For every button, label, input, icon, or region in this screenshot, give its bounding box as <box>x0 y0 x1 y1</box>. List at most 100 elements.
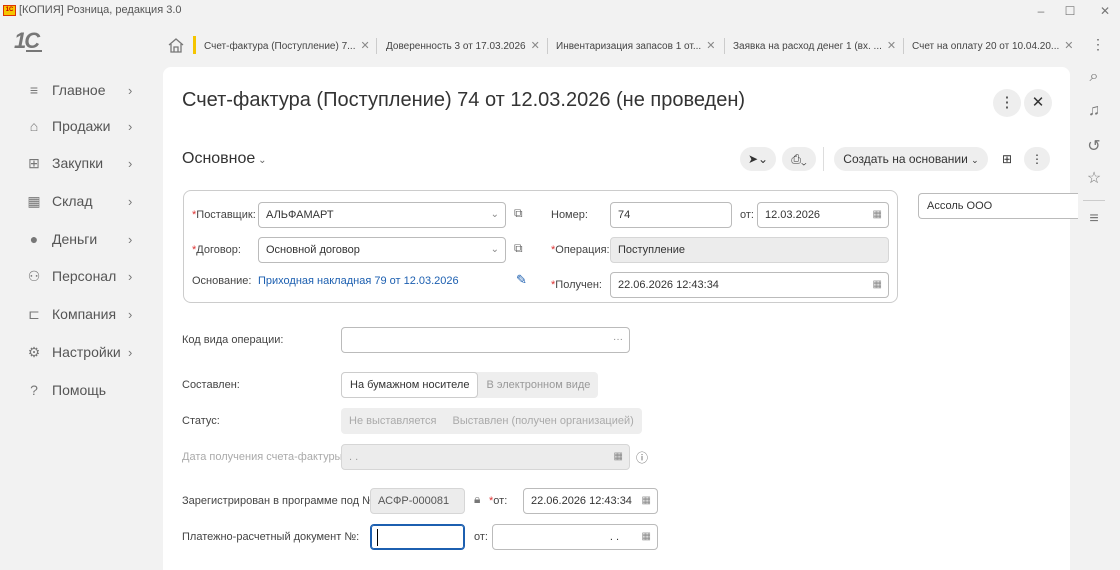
close-icon[interactable]: ✕ <box>887 40 896 52</box>
more-icon[interactable]: ··· <box>613 328 623 352</box>
chevron-right-icon: › <box>128 268 133 284</box>
sidebar-item-label: Компания <box>52 306 117 322</box>
sidebar-item-label: Персонал <box>52 268 117 284</box>
lock-icon[interactable]: 🔒︎ <box>474 492 480 507</box>
supplier-label: *Поставщик: <box>192 209 256 221</box>
payment-doc-field[interactable] <box>370 524 465 550</box>
help-icon: ? <box>30 382 38 398</box>
compiled-label: Составлен: <box>182 379 240 391</box>
option-issued[interactable]: Выставлен (получен организацией) <box>445 408 642 434</box>
receipt-date-label: Дата получения счета-фактуры: <box>182 451 346 463</box>
payment-from-label: от: <box>474 531 488 543</box>
close-icon[interactable]: ✕ <box>531 40 540 52</box>
create-based-on-button[interactable]: Создать на основании ⌄ <box>834 147 988 171</box>
sidebar-item-sales[interactable]: ⌂ Продажи › <box>22 112 152 140</box>
sidebar-item-main[interactable]: ≡ Главное › <box>22 76 152 104</box>
registered-date-field[interactable]: 22.06.2026 12:43:34 ▦ <box>523 488 658 514</box>
search-icon[interactable]: ⌕ <box>1082 68 1106 86</box>
sidebar-item-label: Настройки <box>52 344 121 360</box>
calendar-icon[interactable]: ▦ <box>642 489 651 513</box>
option-not-issued[interactable]: Не выставляется <box>341 408 445 434</box>
print-button[interactable]: ⎙⌄ <box>782 147 816 171</box>
compiled-toggle[interactable]: На бумажном носителе В электронном виде <box>341 372 599 398</box>
chevron-right-icon: › <box>128 306 133 322</box>
minimize-button[interactable]: – <box>1028 2 1054 20</box>
menu-icon: ≡ <box>29 82 39 98</box>
tabs-more-icon[interactable]: ⋮ <box>1088 36 1108 53</box>
status-toggle[interactable]: Не выставляется Выставлен (получен орган… <box>341 408 642 434</box>
info-icon[interactable]: ⓘ <box>636 449 648 466</box>
sidebar-item-company[interactable]: ⊏ Компания › <box>22 300 152 328</box>
date-field[interactable]: 12.03.2026 ▦ <box>757 202 889 228</box>
toolbar-divider <box>823 147 824 171</box>
close-icon[interactable]: ✕ <box>706 40 715 52</box>
registered-number-field: АСФР-000081 <box>370 488 465 514</box>
structure-icon[interactable]: ⊞ <box>994 147 1020 171</box>
open-supplier-icon[interactable]: ⧉ <box>514 206 523 221</box>
date-from-label: от: <box>740 209 754 221</box>
pencil-icon[interactable]: ✎ <box>516 272 527 288</box>
section-selector[interactable]: Основное ⌄ <box>182 150 266 168</box>
tab-divider <box>547 38 548 54</box>
purchases-icon: ⊞ <box>28 154 40 171</box>
number-label: Номер: <box>551 209 588 221</box>
close-window-button[interactable]: ✕ <box>1092 2 1118 20</box>
number-field[interactable]: 74 <box>610 202 732 228</box>
tab-label: Счет на оплату 20 от 10.04.20... <box>912 41 1060 52</box>
open-contract-icon[interactable]: ⧉ <box>514 241 523 256</box>
star-icon[interactable]: ☆ <box>1082 168 1106 188</box>
option-electronic[interactable]: В электронном виде <box>478 372 598 398</box>
tab-payment-invoice[interactable]: Счет на оплату 20 от 10.04.20... ✕ <box>912 36 1073 56</box>
tab-inventory[interactable]: Инвентаризация запасов 1 от... ✕ <box>556 36 715 56</box>
option-paper[interactable]: На бумажном носителе <box>341 372 479 398</box>
tab-expense-request[interactable]: Заявка на расход денег 1 (вх. ... ✕ <box>733 36 896 56</box>
payment-date-field[interactable]: . . ▦ <box>492 524 658 550</box>
tab-power-of-attorney[interactable]: Доверенность 3 от 17.03.2026 ✕ <box>386 36 540 56</box>
sidebar-item-purchases[interactable]: ⊞ Закупки › <box>22 149 152 177</box>
registered-from-label: *от: <box>489 495 508 507</box>
calendar-icon[interactable]: ▦ <box>873 203 882 227</box>
contract-field[interactable]: Основной договор ⌄ <box>258 237 506 263</box>
organization-field[interactable]: Ассоль ООО <box>918 193 1078 219</box>
chevron-right-icon: › <box>128 193 133 209</box>
sidebar-item-money[interactable]: ● Деньги › <box>22 225 152 253</box>
calendar-icon[interactable]: ▦ <box>642 525 651 549</box>
chevron-right-icon: › <box>128 155 133 171</box>
toolbar-more-button[interactable]: ⋮ <box>1024 147 1050 171</box>
sidebar-item-warehouse[interactable]: ▦ Склад › <box>22 187 152 215</box>
filter-icon[interactable]: ≡ <box>1082 210 1106 228</box>
sidebar-item-help[interactable]: ? Помощь <box>22 376 152 404</box>
tab-divider <box>376 38 377 54</box>
sidebar-item-label: Деньги <box>52 231 98 247</box>
sidebar-item-label: Склад <box>52 193 93 209</box>
send-button[interactable]: ➤⌄ <box>740 147 776 171</box>
calendar-icon[interactable]: ▦ <box>873 273 882 297</box>
tab-divider <box>903 38 904 54</box>
chevron-right-icon: › <box>128 231 133 247</box>
more-actions-button[interactable]: ⋮ <box>993 89 1021 117</box>
history-icon[interactable]: ↺ <box>1082 136 1106 156</box>
status-label: Статус: <box>182 415 220 427</box>
bell-icon[interactable]: ♫ <box>1082 102 1106 120</box>
chevron-right-icon: › <box>128 344 133 360</box>
tab-invoice[interactable]: Счет-фактура (Поступление) 7... ✕ <box>204 36 370 56</box>
close-icon[interactable]: ✕ <box>1064 40 1073 52</box>
sidebar-item-settings[interactable]: ⚙ Настройки › <box>22 338 152 366</box>
money-icon: ● <box>29 231 39 247</box>
supplier-field[interactable]: АЛЬФАМАРТ ⌄ <box>258 202 506 228</box>
people-icon: ⚇ <box>27 267 41 284</box>
received-label: *Получен: <box>551 279 602 291</box>
received-field[interactable]: 22.06.2026 12:43:34 ▦ <box>610 272 889 298</box>
close-icon[interactable]: ✕ <box>360 40 369 52</box>
text-caret <box>377 529 378 546</box>
chevron-down-icon[interactable]: ⌄ <box>491 203 499 227</box>
basis-link[interactable]: Приходная накладная 79 от 12.03.2026 <box>258 275 459 287</box>
page-title: Счет-фактура (Поступление) 74 от 12.03.2… <box>182 89 746 111</box>
chevron-right-icon: › <box>128 82 133 98</box>
op-code-field[interactable]: ··· <box>341 327 630 353</box>
close-document-button[interactable]: ✕ <box>1024 89 1052 117</box>
maximize-button[interactable]: ☐ <box>1057 2 1083 20</box>
chevron-down-icon[interactable]: ⌄ <box>491 238 499 262</box>
sidebar-item-personnel[interactable]: ⚇ Персонал › <box>22 262 152 290</box>
home-icon[interactable] <box>167 37 185 53</box>
